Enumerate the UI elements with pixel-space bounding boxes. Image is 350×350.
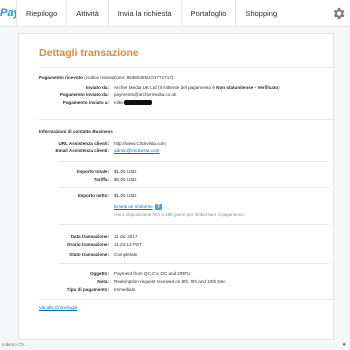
payment-received-label: Pagamento ricevuto (39, 75, 83, 80)
help-icon[interactable]: ? (155, 204, 162, 210)
status-label: Stato transazione: (69, 252, 109, 257)
footer-text[interactable]: Indietro Ch... (2, 342, 28, 347)
transaction-card: Dettagli transazione Pagamento ricevuto … (18, 33, 335, 340)
divider (59, 263, 329, 264)
time-value: 11:20:13 PST (114, 242, 142, 247)
note-value: Redemption request received on 8th, 9th … (114, 279, 226, 284)
object-label: Oggetto: (89, 271, 109, 276)
date-label: Data transazione: (70, 234, 109, 239)
divider (39, 299, 335, 300)
refund-link[interactable]: Emetti un rimborso (114, 204, 153, 210)
fee-label: Tariffa: (93, 177, 109, 182)
divider (39, 119, 335, 120)
top-navigation: PayPal Riepilogo Attività Invia la richi… (0, 0, 350, 27)
refund-note: Hai a disposizione fino a 180 giorni per… (114, 212, 246, 217)
page-title: Dettagli transazione (39, 47, 139, 59)
nav-portafoglio[interactable]: Portafoglio (180, 0, 236, 27)
support-email-link[interactable]: admin@clickvista.com (114, 148, 160, 154)
sent-from-label: Pagamento inviato da: (59, 92, 109, 97)
payment-type-label: Tipo di pagamento: (66, 287, 109, 292)
history-link[interactable]: Vai alla Cronologia (39, 305, 77, 311)
date-value: 11 dic 2017 (114, 234, 138, 239)
transaction-code: (codice transazione: 96360455UG1771717) (84, 75, 174, 80)
time-label: Orario transazione: (66, 242, 109, 247)
gear-icon[interactable] (331, 6, 346, 21)
nav-invia-richiesta[interactable]: Invia la richiesta (107, 0, 181, 27)
support-email-label: Email Assistenza clienti: (55, 148, 109, 153)
nav-riepilogo[interactable]: Riepilogo (16, 0, 66, 27)
paypal-logo[interactable]: PayPal (0, 7, 16, 19)
object-value: Payment from QC,CV, DC and ORFU (114, 271, 191, 276)
support-url-value: http://www.Clickvista.com (114, 141, 166, 146)
nav-attivita[interactable]: Attività (66, 0, 108, 27)
sent-from-value: payments@archermedia.co.uk (114, 92, 177, 97)
footer: Indietro Ch... ● (0, 341, 350, 350)
note-label: Nota: (97, 279, 109, 284)
payment-received-line: Pagamento ricevuto (codice transazione: … (39, 75, 173, 81)
fee-value: $0,00 USD (114, 177, 137, 182)
business-heading: Informazioni di contatto Business (39, 129, 113, 134)
sent-by-value: Archer Media UK Ltd (Il mittente del pag… (114, 85, 280, 90)
total-amount-label: Importo totale: (76, 169, 109, 174)
sent-to-label: Pagamento inviato a: (62, 100, 109, 105)
divider (39, 67, 335, 68)
chat-icon[interactable]: ● (342, 342, 346, 348)
divider (59, 224, 329, 225)
total-amount-value: $1,00 USD (114, 169, 137, 174)
nav-shopping[interactable]: Shopping (235, 0, 286, 27)
redaction-mark (124, 100, 153, 106)
divider (59, 161, 329, 162)
net-amount-label: Importo netto: (77, 193, 109, 198)
sender-status: Non statunitense - Verificato (216, 85, 279, 90)
divider (59, 187, 329, 188)
sent-by-label: Inviato da: (86, 85, 109, 90)
support-url-label: URL Assistenza clienti: (58, 141, 109, 146)
sent-to-value: mikv (114, 100, 153, 106)
net-amount-value: $1,00 USD (114, 193, 137, 198)
status-value: Completato (114, 252, 138, 257)
payment-type-value: Immediato (114, 287, 136, 292)
